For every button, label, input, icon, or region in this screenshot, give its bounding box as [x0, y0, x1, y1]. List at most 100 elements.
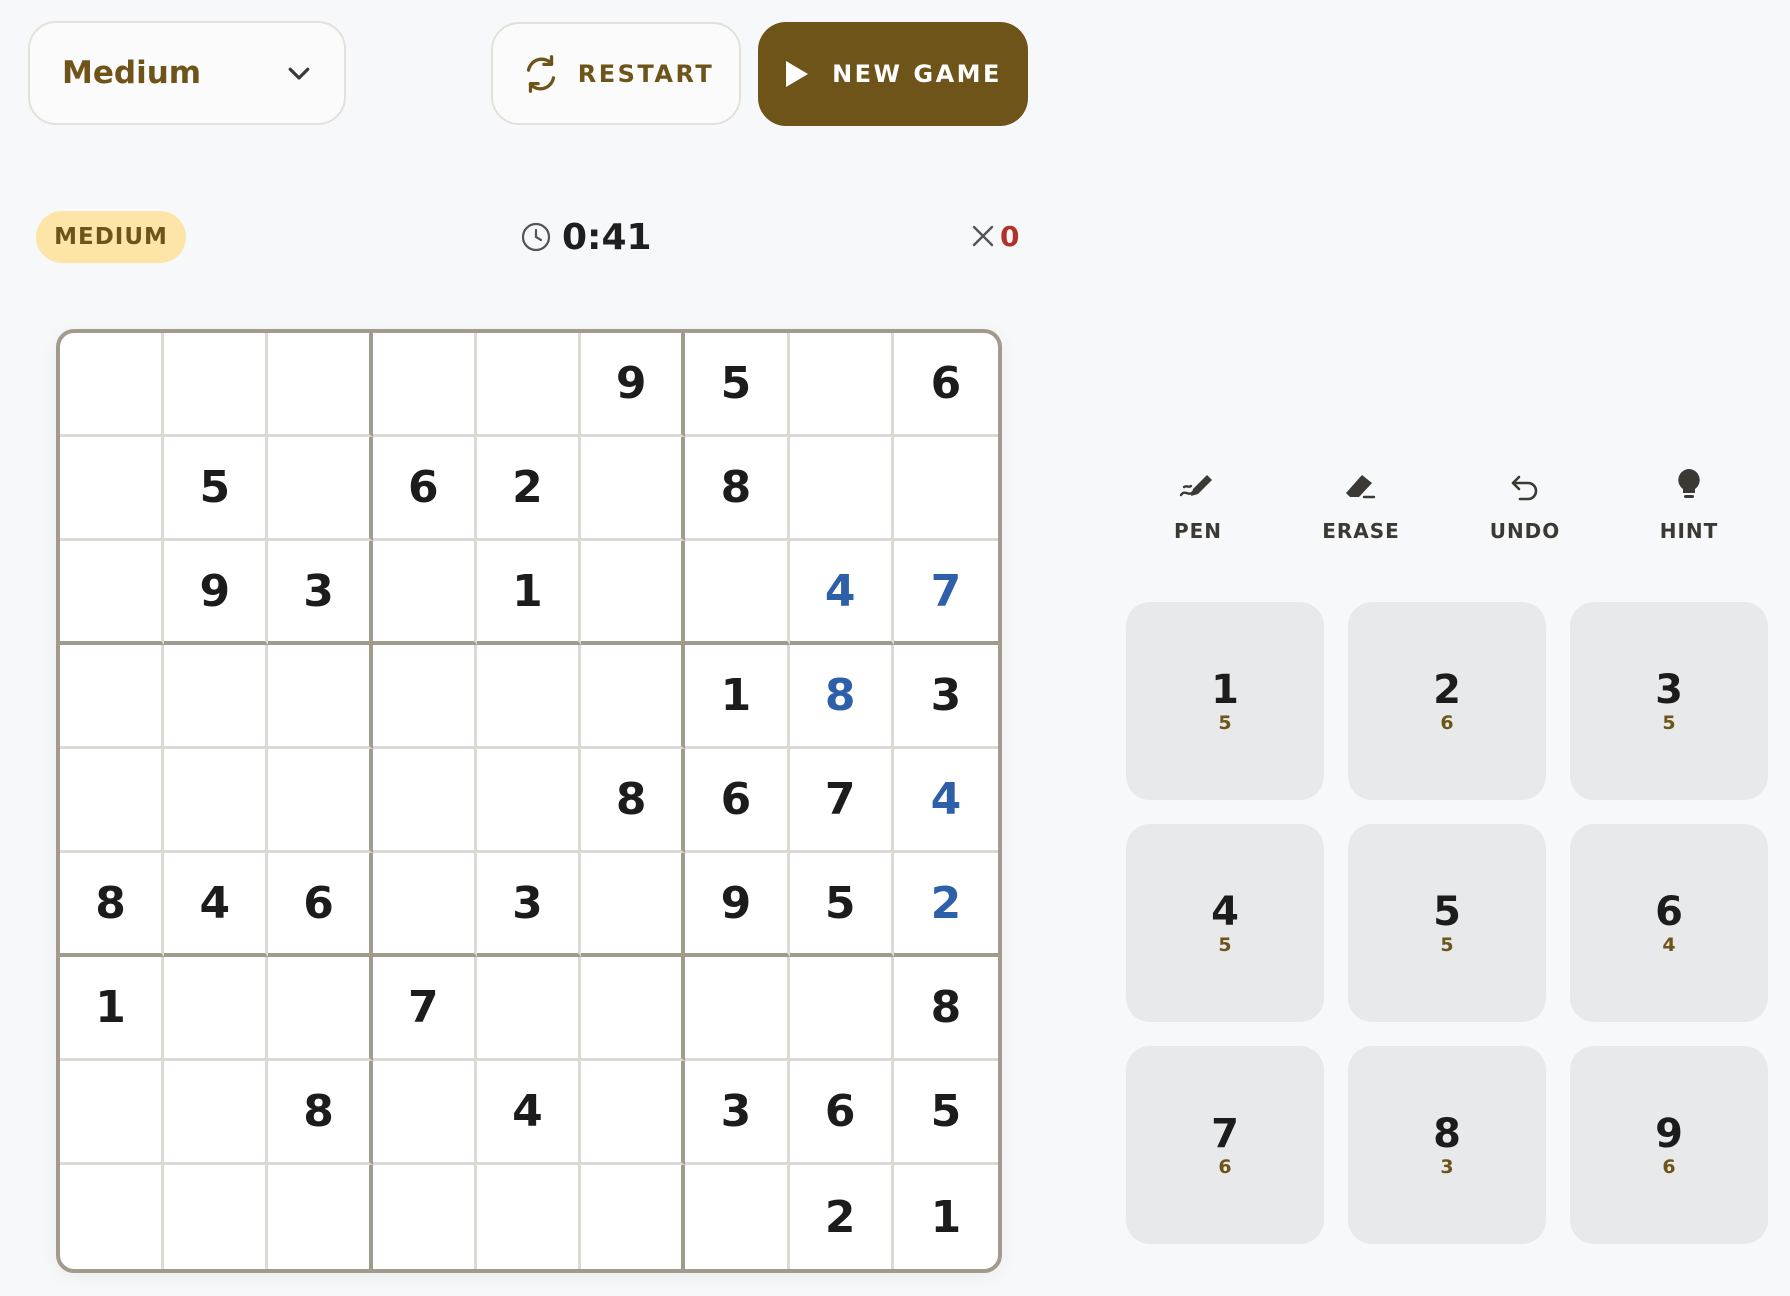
sudoku-cell[interactable]: 8	[60, 853, 165, 957]
sudoku-cell[interactable]: 3	[268, 541, 373, 645]
sudoku-cell[interactable]: 6	[268, 853, 373, 957]
sudoku-cell[interactable]	[268, 333, 373, 437]
sudoku-cell[interactable]	[893, 437, 998, 541]
sudoku-cell[interactable]	[685, 541, 790, 645]
sudoku-cell[interactable]: 2	[790, 1165, 894, 1269]
sudoku-cell[interactable]	[60, 541, 165, 645]
sudoku-cell[interactable]	[581, 1061, 686, 1165]
number-key[interactable]: 96	[1570, 1046, 1768, 1244]
sudoku-cell[interactable]	[164, 645, 269, 749]
sudoku-cell[interactable]	[372, 333, 477, 437]
sudoku-cell[interactable]	[164, 333, 269, 437]
sudoku-cell[interactable]: 1	[894, 1165, 998, 1269]
sudoku-cell[interactable]: 4	[476, 1061, 582, 1165]
sudoku-cell[interactable]: 3	[685, 1061, 790, 1165]
sudoku-cell[interactable]	[268, 749, 373, 853]
sudoku-cell[interactable]	[685, 1165, 790, 1269]
sudoku-cell[interactable]: 4	[164, 853, 269, 957]
sudoku-cell[interactable]: 9	[581, 333, 686, 437]
number-key[interactable]: 55	[1348, 824, 1546, 1022]
sudoku-cell[interactable]: 3	[476, 853, 582, 957]
sudoku-cell[interactable]	[685, 957, 790, 1061]
sudoku-cell[interactable]: 8	[685, 437, 790, 541]
sudoku-cell[interactable]	[789, 437, 894, 541]
sudoku-cell[interactable]: 5	[164, 437, 269, 541]
sudoku-cell[interactable]	[268, 957, 373, 1061]
number-key-digit: 9	[1655, 1111, 1683, 1157]
sudoku-cell[interactable]	[268, 437, 373, 541]
new-game-button[interactable]: NEW GAME	[758, 22, 1028, 126]
sudoku-cell[interactable]	[581, 1165, 686, 1269]
number-key-digit: 8	[1433, 1111, 1461, 1157]
play-icon	[786, 61, 809, 87]
sudoku-cell[interactable]: 7	[372, 957, 477, 1061]
sudoku-cell[interactable]	[60, 645, 165, 749]
sudoku-cell[interactable]	[581, 541, 686, 645]
difficulty-select[interactable]: Medium	[28, 21, 346, 125]
number-key[interactable]: 83	[1348, 1046, 1546, 1244]
sudoku-cell[interactable]: 8	[893, 957, 998, 1061]
sudoku-cell[interactable]	[164, 957, 269, 1061]
sudoku-cell[interactable]	[476, 645, 582, 749]
number-key[interactable]: 35	[1570, 602, 1768, 800]
sudoku-cell[interactable]: 7	[789, 749, 894, 853]
number-key[interactable]: 26	[1348, 602, 1546, 800]
erase-tool-button[interactable]: ERASE	[1301, 465, 1421, 555]
sudoku-cell[interactable]: 9	[164, 541, 269, 645]
sudoku-cell[interactable]: 6	[893, 333, 998, 437]
number-key[interactable]: 15	[1126, 602, 1324, 800]
sudoku-cell[interactable]: 8	[789, 645, 894, 749]
sudoku-cell[interactable]	[60, 1165, 165, 1269]
sudoku-cell[interactable]	[373, 1165, 477, 1269]
sudoku-cell[interactable]: 4	[893, 749, 998, 853]
sudoku-cell[interactable]	[268, 1165, 373, 1269]
sudoku-cell[interactable]	[268, 645, 373, 749]
sudoku-cell[interactable]: 8	[581, 749, 686, 853]
sudoku-cell[interactable]: 1	[476, 541, 582, 645]
sudoku-cell[interactable]: 2	[893, 853, 998, 957]
number-key[interactable]: 45	[1126, 824, 1324, 1022]
sudoku-cell[interactable]	[581, 645, 686, 749]
sudoku-cell[interactable]: 6	[372, 437, 477, 541]
sudoku-cell[interactable]: 9	[685, 853, 790, 957]
sudoku-cell[interactable]: 5	[893, 1061, 998, 1165]
sudoku-cell[interactable]	[60, 437, 165, 541]
sudoku-cell[interactable]	[372, 1061, 477, 1165]
sudoku-cell[interactable]	[60, 1061, 165, 1165]
sudoku-cell[interactable]: 7	[893, 541, 998, 645]
sudoku-cell[interactable]: 8	[268, 1061, 373, 1165]
number-key[interactable]: 64	[1570, 824, 1768, 1022]
sudoku-cell[interactable]	[581, 957, 686, 1061]
sudoku-cell[interactable]	[60, 749, 165, 853]
sudoku-cell[interactable]	[372, 541, 477, 645]
sudoku-cell[interactable]	[581, 437, 686, 541]
sudoku-cell[interactable]: 5	[789, 853, 894, 957]
sudoku-cell[interactable]: 1	[685, 645, 790, 749]
sudoku-cell[interactable]	[477, 1165, 582, 1269]
sudoku-cell[interactable]: 2	[476, 437, 582, 541]
sudoku-cell[interactable]	[164, 1061, 269, 1165]
sudoku-cell[interactable]	[164, 749, 269, 853]
number-key[interactable]: 76	[1126, 1046, 1324, 1244]
sudoku-cell[interactable]	[476, 957, 582, 1061]
sudoku-cell[interactable]	[476, 333, 582, 437]
pen-tool-button[interactable]: PEN	[1138, 465, 1258, 555]
sudoku-cell[interactable]	[476, 749, 582, 853]
hint-tool-button[interactable]: HINT	[1629, 465, 1749, 555]
sudoku-cell[interactable]	[372, 645, 477, 749]
undo-tool-button[interactable]: UNDO	[1465, 465, 1585, 555]
sudoku-cell[interactable]	[60, 333, 165, 437]
sudoku-cell[interactable]	[372, 749, 477, 853]
sudoku-cell[interactable]	[581, 853, 686, 957]
sudoku-cell[interactable]	[789, 957, 894, 1061]
sudoku-cell[interactable]: 1	[60, 957, 165, 1061]
sudoku-cell[interactable]: 6	[685, 749, 790, 853]
sudoku-cell[interactable]	[372, 853, 477, 957]
sudoku-cell[interactable]: 5	[685, 333, 790, 437]
sudoku-cell[interactable]	[164, 1165, 269, 1269]
sudoku-cell[interactable]: 6	[789, 1061, 894, 1165]
restart-button[interactable]: RESTART	[491, 22, 741, 125]
sudoku-cell[interactable]: 3	[893, 645, 998, 749]
sudoku-cell[interactable]: 4	[789, 541, 894, 645]
sudoku-cell[interactable]	[789, 333, 894, 437]
